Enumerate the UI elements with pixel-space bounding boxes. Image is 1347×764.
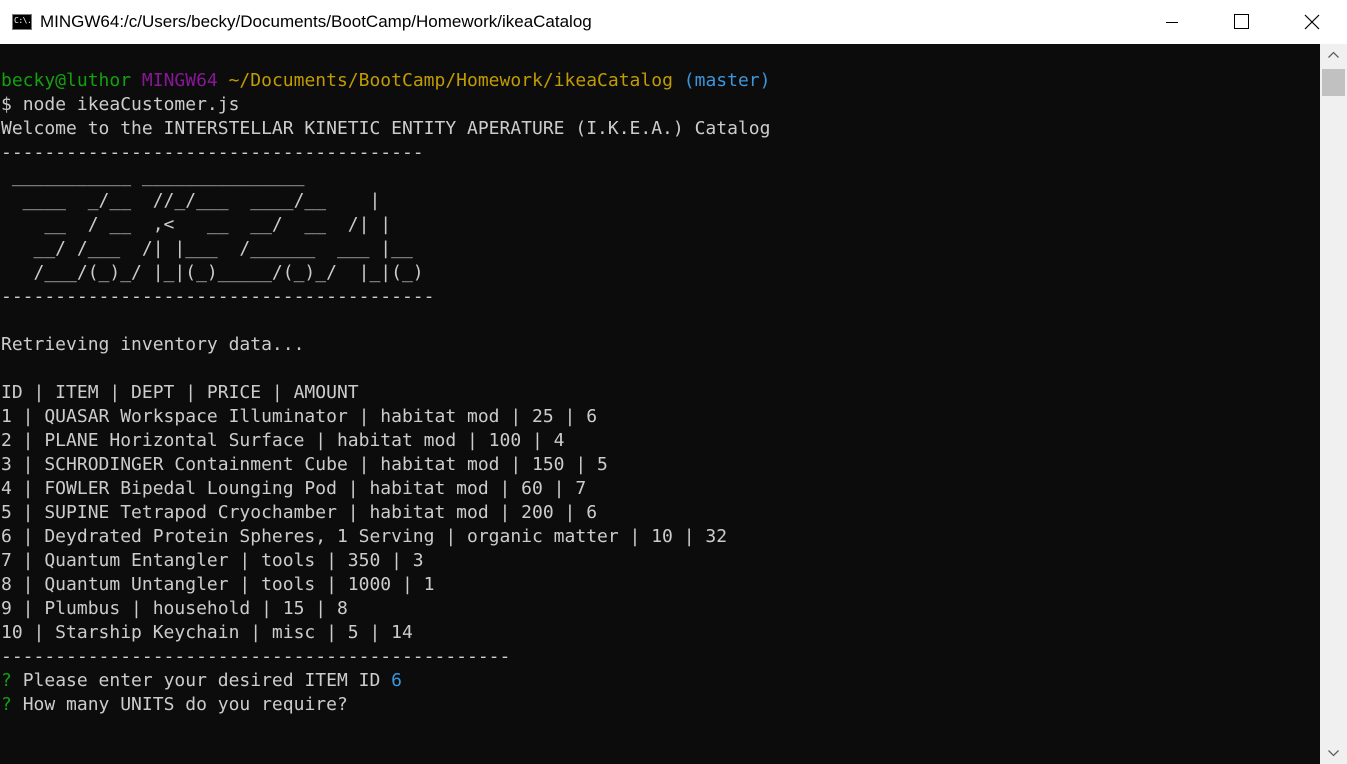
vertical-scrollbar[interactable]: [1320, 44, 1347, 764]
table-header: ID | ITEM | DEPT | PRICE | AMOUNT: [1, 382, 359, 403]
ascii-art-line: ____ _/__ //_/___ ____/__ |: [1, 190, 381, 211]
ascii-art-line: __ / __ ,< __ __/ __ /| |: [1, 214, 392, 235]
question-marker: ?: [1, 694, 12, 715]
prompt-dollar: $: [1, 94, 12, 115]
prompt-branch: (master): [683, 70, 771, 91]
table-row: 10 | Starship Keychain | misc | 5 | 14: [1, 622, 413, 643]
close-button[interactable]: [1277, 0, 1347, 44]
scrollbar-thumb[interactable]: [1322, 69, 1345, 96]
question-marker: ?: [1, 670, 12, 691]
question-text: How many UNITS do you require?: [22, 694, 348, 715]
ascii-art-line: ___________ _______________: [1, 166, 327, 187]
table-row: 3 | SCHRODINGER Containment Cube | habit…: [1, 454, 608, 475]
ascii-art-line: /___/(_)_/ |_|(_)_____/(_)_/ |_|(_): [1, 262, 424, 283]
table-row: 2 | PLANE Horizontal Surface | habitat m…: [1, 430, 565, 451]
terminal-output[interactable]: becky@luthor MINGW64 ~/Documents/BootCam…: [0, 44, 1320, 764]
close-icon: [1304, 14, 1320, 30]
maximize-icon: [1234, 14, 1249, 29]
table-row: 4 | FOWLER Bipedal Lounging Pod | habita…: [1, 478, 587, 499]
ascii-art-line: __/ /___ /| |___ /______ ___ |__: [1, 238, 413, 259]
chevron-up-icon: [1328, 51, 1339, 58]
table-row: 8 | Quantum Untangler | tools | 1000 | 1: [1, 574, 435, 595]
welcome-message: Welcome to the INTERSTELLAR KINETIC ENTI…: [1, 118, 771, 139]
maximize-button[interactable]: [1207, 0, 1277, 44]
scroll-up-button[interactable]: [1320, 44, 1347, 66]
terminal-window: C:\. MINGW64:/c/Users/becky/Documents/Bo…: [0, 0, 1347, 764]
minimize-icon: [1166, 22, 1178, 23]
table-row: 9 | Plumbus | household | 15 | 8: [1, 598, 348, 619]
separator-top: ---------------------------------------: [1, 142, 424, 163]
separator-art: ----------------------------------------: [1, 286, 435, 307]
chevron-down-icon: [1328, 750, 1339, 757]
question-units[interactable]: ? How many UNITS do you require?: [1, 693, 348, 717]
prompt-path: ~/Documents/BootCamp/Homework/ikeaCatalo…: [228, 70, 673, 91]
prompt-user-host: becky@luthor: [1, 70, 132, 91]
question-text: Please enter your desired ITEM ID: [22, 670, 381, 691]
command-line: $ node ikeaCustomer.js: [1, 93, 239, 117]
window-title: MINGW64:/c/Users/becky/Documents/BootCam…: [40, 12, 592, 31]
question-answer: 6: [391, 670, 402, 691]
separator-bottom: ----------------------------------------…: [1, 646, 511, 667]
terminal-icon[interactable]: C:\.: [12, 14, 32, 30]
terminal-icon-glyph: C:\.: [14, 16, 32, 25]
title-bar[interactable]: C:\. MINGW64:/c/Users/becky/Documents/Bo…: [0, 0, 1347, 44]
question-item-id: ? Please enter your desired ITEM ID 6: [1, 669, 402, 693]
table-row: 6 | Deydrated Protein Spheres, 1 Serving…: [1, 526, 728, 547]
command-text: node ikeaCustomer.js: [22, 94, 240, 115]
minimize-button[interactable]: [1137, 0, 1207, 44]
table-row: 1 | QUASAR Workspace Illuminator | habit…: [1, 406, 598, 427]
status-message: Retrieving inventory data...: [1, 334, 305, 355]
scroll-down-button[interactable]: [1320, 742, 1347, 764]
prompt-env: MINGW64: [141, 70, 218, 91]
table-row: 7 | Quantum Entangler | tools | 350 | 3: [1, 550, 424, 571]
shell-prompt: becky@luthor MINGW64 ~/Documents/BootCam…: [1, 69, 770, 93]
table-row: 5 | SUPINE Tetrapod Cryochamber | habita…: [1, 502, 598, 523]
